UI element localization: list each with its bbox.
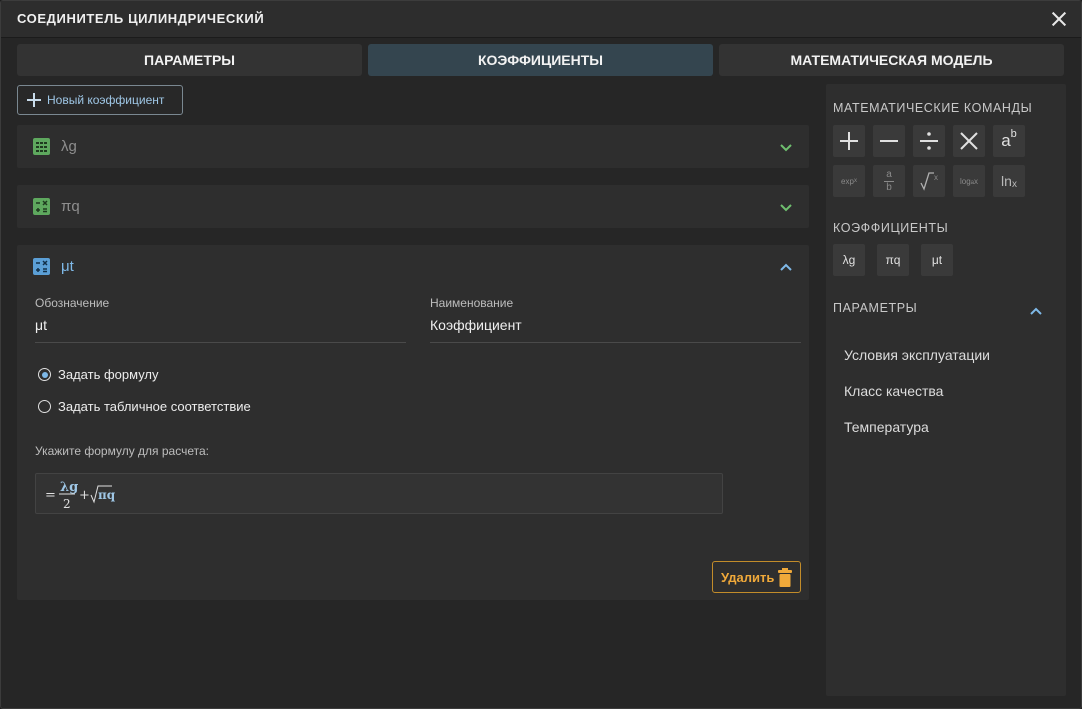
radio-formula-label: Задать формулу (58, 367, 159, 382)
formula-plus: + (79, 488, 90, 503)
coefficients-dialog: СОЕДИНИТЕЛЬ ЦИЛИНДРИЧЕСКИЙ ПАРАМЕТРЫ КОЭ… (0, 0, 1082, 709)
coefficient-header-pi[interactable]: πq (17, 185, 809, 229)
tab-math-model[interactable]: МАТЕМАТИЧЕСКАЯ МОДЕЛЬ (719, 44, 1064, 76)
close-icon[interactable] (1049, 9, 1069, 29)
sqrt-icon (920, 172, 934, 191)
coefficient-header-mu[interactable]: μt (17, 245, 809, 289)
coefficient-name: λg (61, 138, 77, 155)
fraction-command-button[interactable]: a b (873, 165, 905, 197)
formula-numerator: λg (60, 480, 78, 495)
exp-arg: x (853, 178, 857, 184)
minus-command-button[interactable] (873, 125, 905, 157)
coefficient-name: πq (61, 198, 80, 215)
divide-command-button[interactable] (913, 125, 945, 157)
coefficients-title: КОЭФФИЦИЕНТЫ (833, 221, 949, 235)
name-label: Наименование (430, 296, 514, 310)
formula-equals: = (45, 488, 56, 503)
sqrt-command-button[interactable]: x (913, 165, 945, 197)
parameters-title: ПАРАМЕТРЫ (833, 301, 918, 315)
minus-icon (880, 140, 898, 142)
formula-input[interactable]: = λg 2 + πq (35, 473, 723, 514)
power-base: a (1001, 131, 1011, 150)
table-icon (33, 138, 50, 155)
log-base: a (970, 180, 975, 186)
plus-icon (840, 132, 858, 150)
chevron-up-icon[interactable] (779, 260, 793, 274)
delete-button[interactable]: Удалить (712, 561, 801, 593)
calculator-icon (33, 198, 50, 215)
coef-button-mu[interactable]: μt (921, 244, 953, 276)
param-operating-conditions[interactable]: Условия эксплуатации (844, 347, 990, 363)
multiply-command-button[interactable] (953, 125, 985, 157)
log-command-button[interactable]: log a x (953, 165, 985, 197)
param-temperature[interactable]: Температура (844, 419, 929, 435)
radio-formula-indicator[interactable] (38, 368, 51, 381)
chevron-down-icon[interactable] (779, 140, 793, 154)
formula-radicand: πq (98, 488, 116, 502)
name-field[interactable]: Коэффициент (430, 317, 801, 343)
formula-denominator: 2 (63, 497, 71, 511)
ln-arg: x (1011, 178, 1017, 190)
commands-sidebar: МАТЕМАТИЧЕСКИЕ КОМАНДЫ ab exp x a b x lo… (826, 84, 1066, 696)
fraction-top: a (886, 168, 892, 180)
formula-hint: Укажите формулу для расчета: (35, 444, 209, 458)
trash-icon (778, 568, 792, 587)
exp-command-button[interactable]: exp x (833, 165, 865, 197)
multiply-icon (960, 132, 978, 150)
designation-label: Обозначение (35, 296, 110, 310)
coef-button-pi[interactable]: πq (877, 244, 909, 276)
power-exponent: b (1010, 128, 1017, 140)
designation-field[interactable]: μt (35, 317, 406, 343)
sqrt-arg: x (934, 172, 938, 182)
ln-command-button[interactable]: ln x (993, 165, 1025, 197)
math-commands-title: МАТЕМАТИЧЕСКИЕ КОМАНДЫ (833, 101, 1033, 115)
fraction-bottom: b (886, 181, 892, 193)
tab-coefficients[interactable]: КОЭФФИЦИЕНТЫ (368, 44, 713, 76)
radio-formula[interactable]: Задать формулу (38, 367, 159, 382)
plus-command-button[interactable] (833, 125, 865, 157)
new-coefficient-button[interactable]: Новый коэффициент (17, 85, 183, 115)
log-label: log (959, 176, 971, 186)
coefficient-header-lambda[interactable]: λg (17, 125, 809, 169)
radio-table-indicator[interactable] (38, 400, 51, 413)
chevron-up-icon[interactable] (1029, 304, 1043, 318)
calculator-icon (33, 258, 50, 275)
chevron-down-icon[interactable] (779, 200, 793, 214)
coef-button-lambda[interactable]: λg (833, 244, 865, 276)
coefficient-card-pi: πq (17, 185, 809, 228)
divide-icon (920, 132, 938, 150)
title-bar: СОЕДИНИТЕЛЬ ЦИЛИНДРИЧЕСКИЙ (1, 1, 1081, 38)
coefficient-card-lambda: λg (17, 125, 809, 168)
coefficient-name: μt (61, 258, 74, 275)
param-quality-class[interactable]: Класс качества (844, 383, 943, 399)
formula-render: = λg 2 + πq (45, 480, 116, 511)
radio-table-label: Задать табличное соответствие (58, 399, 251, 414)
new-coefficient-label: Новый коэффициент (47, 93, 165, 107)
log-arg: x (974, 176, 979, 186)
radio-table[interactable]: Задать табличное соответствие (38, 399, 251, 414)
tab-parameters[interactable]: ПАРАМЕТРЫ (17, 44, 362, 76)
exp-label: exp (841, 176, 854, 186)
plus-icon (27, 93, 41, 107)
power-command-button[interactable]: ab (993, 125, 1025, 157)
delete-label: Удалить (721, 570, 775, 585)
coefficient-card-mu: μt Обозначение μt Наименование Коэффицие… (17, 245, 809, 600)
window-title: СОЕДИНИТЕЛЬ ЦИЛИНДРИЧЕСКИЙ (17, 11, 265, 26)
ln-label: ln (1001, 173, 1012, 189)
